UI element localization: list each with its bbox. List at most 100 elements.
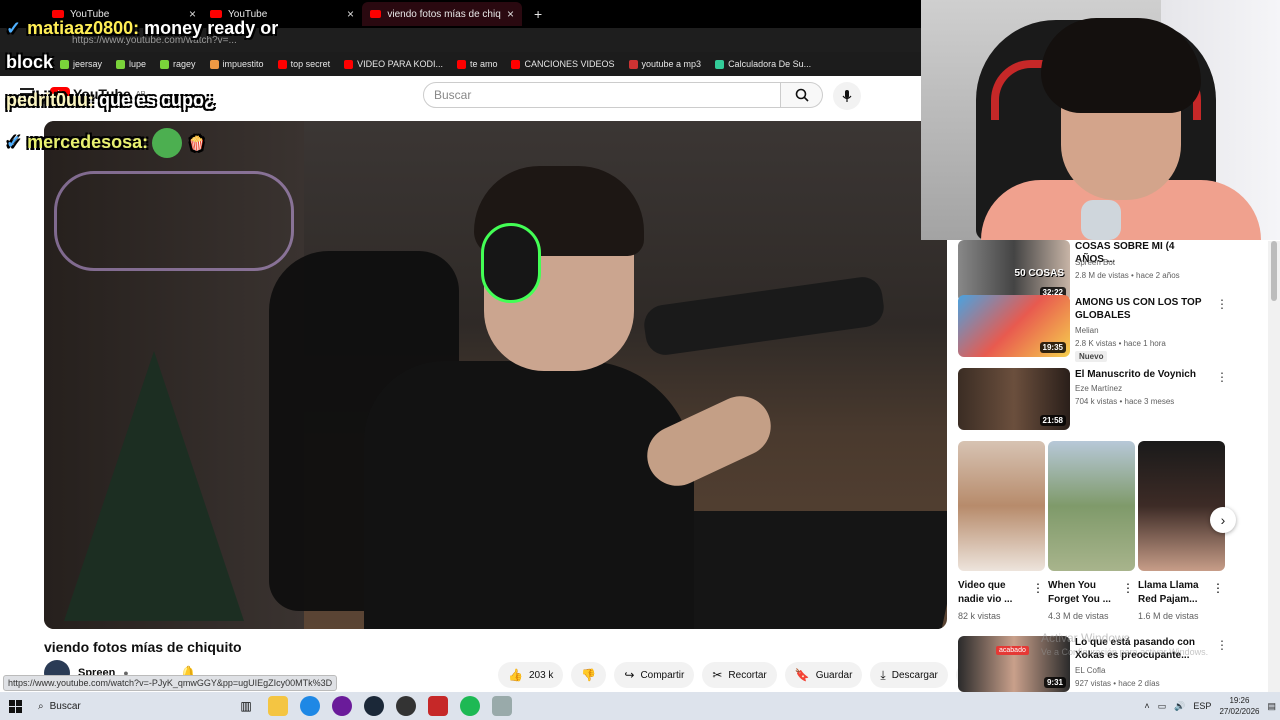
short-thumbnail[interactable]: [958, 441, 1045, 571]
chat-text: block: [6, 52, 54, 72]
tab-label: viendo fotos mías de chiquito - Yo: [387, 8, 501, 20]
short-thumbnail[interactable]: [1048, 441, 1135, 571]
short-views: 1.6 M de vistas: [1138, 611, 1199, 621]
related-video[interactable]: 19:35 AMONG US CON LOS TOP GLOBALES Meli…: [958, 295, 1228, 362]
page-scrollbar[interactable]: [1268, 241, 1280, 692]
activation-watermark: Activar Windows Ve a Configuración para …: [1041, 631, 1208, 659]
task-view-icon[interactable]: ▥: [236, 696, 256, 716]
more-options-icon[interactable]: ⋮: [1216, 638, 1228, 652]
system-tray: ˄ ▭ 🔊 ESP 19:26 27/02/2026 ▤: [1144, 692, 1276, 720]
save-button[interactable]: 🔖 Guardar: [784, 662, 863, 688]
video-thumbnail[interactable]: 50 COSAS 32:22: [958, 240, 1070, 302]
close-tab-icon[interactable]: ×: [507, 7, 514, 21]
search-input[interactable]: Buscar: [423, 82, 781, 108]
spotify-icon[interactable]: [460, 696, 480, 716]
voice-search-button[interactable]: [833, 82, 861, 110]
short-title[interactable]: When You Forget You ...: [1048, 579, 1118, 607]
clock-date: 27/02/2026: [1219, 707, 1260, 716]
search-placeholder: Buscar: [434, 88, 472, 102]
share-label: Compartir: [640, 669, 685, 681]
video-thumbnail[interactable]: 19:35: [958, 295, 1070, 357]
chrome-canary-icon[interactable]: [332, 696, 352, 716]
short-title[interactable]: Video que nadie vio ...: [958, 579, 1028, 607]
check-icon: ✓: [6, 18, 22, 38]
close-tab-icon[interactable]: ×: [347, 7, 354, 21]
download-button[interactable]: ⤓ Descargar: [870, 662, 948, 688]
short-views: 82 k vistas: [958, 611, 1001, 621]
related-video-channel[interactable]: Spreen Bot: [1075, 256, 1115, 269]
taskbar-search[interactable]: ⌕ Buscar: [30, 692, 230, 720]
chat-message: ✓ mercedesosa: 🍿: [6, 128, 206, 158]
start-button[interactable]: [0, 692, 30, 720]
short-thumbnail[interactable]: [1138, 441, 1225, 571]
short-item[interactable]: When You Forget You ... 4.3 M de vistas …: [1048, 441, 1135, 621]
video-player[interactable]: [44, 121, 947, 629]
bookmark-item[interactable]: te amo: [456, 59, 497, 69]
bookmark-item[interactable]: youtube a mp3: [628, 59, 702, 69]
more-options-icon[interactable]: ⋮: [1122, 581, 1134, 595]
watermark-line: Ve a Configuración para activar Windows.: [1041, 647, 1209, 657]
popcorn-emote-icon: 🍿: [188, 134, 206, 151]
chat-username: matiaaz0800:: [27, 18, 140, 38]
language-indicator[interactable]: ESP: [1193, 701, 1211, 711]
more-options-icon[interactable]: ⋮: [1032, 581, 1044, 595]
shorts-next-button[interactable]: ›: [1210, 507, 1236, 533]
file-explorer-icon[interactable]: [268, 696, 288, 716]
steam-icon[interactable]: [364, 696, 384, 716]
obs-icon[interactable]: [396, 696, 416, 716]
windows-logo-icon: [8, 699, 22, 713]
person-body: [364, 361, 694, 629]
related-video-channel[interactable]: Eze Martínez: [1075, 382, 1122, 395]
related-video-title[interactable]: AMONG US CON LOS TOP GLOBALES: [1075, 296, 1205, 322]
notifications-icon[interactable]: ▤: [1267, 701, 1276, 712]
search-button[interactable]: [781, 82, 823, 108]
bookmark-label: youtube a mp3: [641, 59, 702, 69]
bookmark-item[interactable]: Calculadora De Su...: [715, 59, 811, 69]
chat-message: ✓ matiaaz0800: money ready or: [6, 18, 278, 39]
more-options-icon[interactable]: ⋮: [1216, 297, 1228, 311]
video-thumbnail[interactable]: 21:58: [958, 368, 1070, 430]
related-video[interactable]: 50 COSAS 32:22 COSAS SOBRE MI (4 AÑOS ..…: [958, 240, 1228, 302]
taskbar-search-label: Buscar: [49, 700, 81, 712]
short-title[interactable]: Llama Llama Red Pajam...: [1138, 579, 1208, 607]
like-button[interactable]: 👍 203 k: [498, 662, 564, 688]
browser-tab-active[interactable]: viendo fotos mías de chiquito - Yo ×: [362, 2, 522, 26]
edge-icon[interactable]: [300, 696, 320, 716]
app-icon[interactable]: [492, 696, 512, 716]
webcam-hair: [1041, 18, 1201, 113]
related-video-meta: 927 vistas • hace 2 días: [1075, 679, 1160, 688]
check-icon: ✓: [6, 131, 22, 152]
more-options-icon[interactable]: ⋮: [1212, 581, 1224, 595]
app-icon[interactable]: [428, 696, 448, 716]
bookmark-label: Calculadora De Su...: [728, 59, 812, 69]
video-title: viendo fotos mías de chiquito: [44, 639, 242, 655]
scissors-icon: ✂: [712, 668, 723, 682]
watermark-line: Activar Windows: [1041, 631, 1130, 645]
related-video-title[interactable]: El Manuscrito de Voynich: [1075, 368, 1205, 381]
related-video-channel[interactable]: Melian: [1075, 324, 1099, 337]
clip-button[interactable]: ✂ Recortar: [702, 662, 777, 688]
clock[interactable]: 19:26 27/02/2026: [1219, 695, 1259, 717]
more-options-icon[interactable]: ⋮: [1216, 370, 1228, 384]
short-item[interactable]: Llama Llama Red Pajam... 1.6 M de vistas…: [1138, 441, 1225, 621]
dislike-button[interactable]: 👎: [571, 662, 607, 688]
bookmark-item[interactable]: VIDEO PARA KODI...: [344, 59, 443, 69]
tray-icon[interactable]: ▭: [1158, 701, 1167, 712]
thumbs-down-icon: 👎: [581, 668, 597, 682]
new-tab-button[interactable]: +: [526, 2, 550, 26]
bookmark-icon: 🔖: [794, 668, 810, 682]
speaker-icon[interactable]: 🔊: [1174, 701, 1185, 712]
video-duration: 21:58: [1039, 415, 1066, 426]
chevron-up-icon[interactable]: ˄: [1144, 701, 1149, 711]
youtube-icon: [511, 59, 521, 69]
bookmark-label: VIDEO PARA KODI...: [357, 59, 443, 69]
share-button[interactable]: ↪ Compartir: [614, 662, 695, 688]
related-video-channel[interactable]: EL Cofla: [1075, 664, 1105, 677]
short-item[interactable]: Video que nadie vio ... 82 k vistas ⋮: [958, 441, 1045, 621]
related-video[interactable]: 21:58 El Manuscrito de Voynich Eze Martí…: [958, 368, 1228, 430]
christmas-tree: [64, 351, 244, 621]
bookmark-item[interactable]: CANCIONES VIDEOS: [511, 59, 615, 69]
shorts-shelf: Video que nadie vio ... 82 k vistas ⋮ Wh…: [958, 441, 1228, 621]
scrollbar-thumb[interactable]: [1271, 241, 1277, 301]
chat-text: que es cupo¿: [94, 90, 216, 110]
